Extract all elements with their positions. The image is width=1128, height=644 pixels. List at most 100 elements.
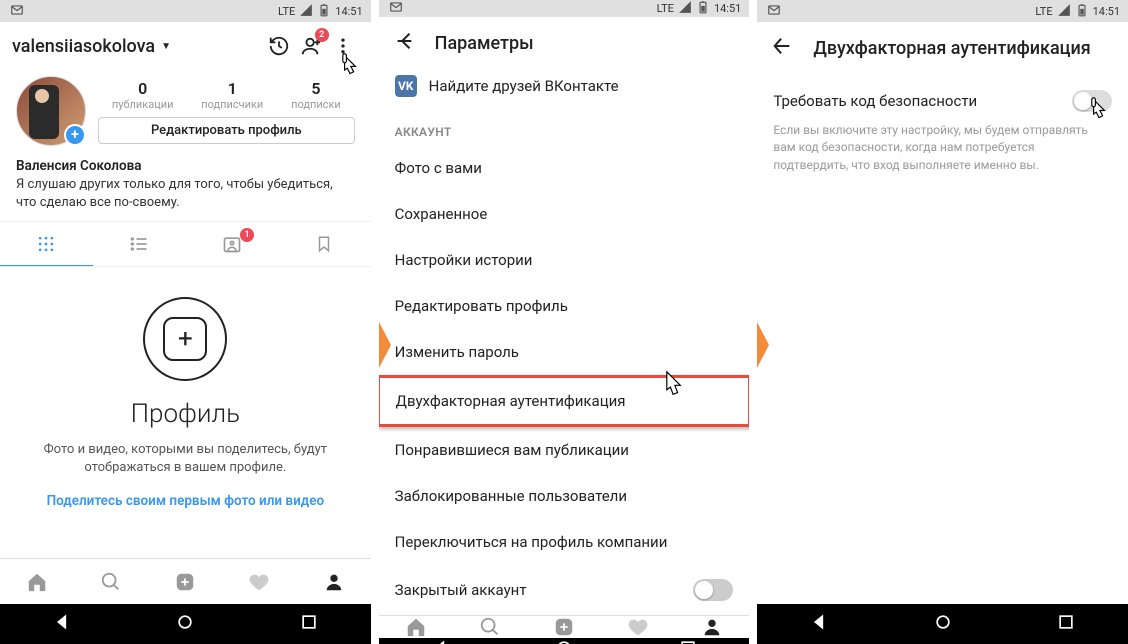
nav-add[interactable] <box>148 559 222 604</box>
require-code-row: Требовать код безопасности <box>757 74 1128 122</box>
menu-icon[interactable] <box>327 30 359 62</box>
2fa-header: Двухфакторная аутентификация <box>757 22 1128 74</box>
setting-liked-posts[interactable]: Понравившиеся вам публикации <box>379 427 750 473</box>
history-icon[interactable] <box>263 30 295 62</box>
setting-2fa[interactable]: Двухфакторная аутентификация <box>379 375 750 427</box>
bio-section: Валенсия Соколова Я слушаю других только… <box>0 152 371 221</box>
status-bar: LTE 14:51 <box>379 0 750 17</box>
battery-icon <box>317 3 331 20</box>
settings-header: Параметры <box>379 17 750 69</box>
display-name: Валенсия Соколова <box>16 158 355 174</box>
battery-icon <box>1075 3 1089 20</box>
profile-header: + 0 публикации 1 подписчики 5 подписки Р… <box>0 70 371 152</box>
avatar[interactable]: + <box>16 76 86 146</box>
bio-text: Я слушаю других только для того, чтобы у… <box>16 176 355 211</box>
private-account-label: Закрытый аккаунт <box>395 581 527 599</box>
empty-title: Профиль <box>131 399 240 429</box>
vk-label: Найдите друзей ВКонтакте <box>429 77 619 95</box>
mail-icon <box>767 3 781 20</box>
2fa-screen: LTE 14:51 Двухфакторная аутентификация Т… <box>757 0 1128 644</box>
edit-profile-button[interactable]: Редактировать профиль <box>98 117 355 144</box>
tutorial-arrow-left <box>379 322 391 368</box>
nav-search[interactable] <box>74 559 148 604</box>
tab-list[interactable] <box>93 222 186 266</box>
android-nav <box>757 604 1128 644</box>
battery-icon <box>696 0 710 17</box>
setting-photos-of-you[interactable]: Фото с вами <box>379 145 750 191</box>
signal-icon <box>1057 3 1071 20</box>
nav-home[interactable] <box>0 559 74 604</box>
add-story-icon[interactable]: + <box>64 124 86 146</box>
mail-icon <box>10 3 24 20</box>
chevron-down-icon[interactable]: ▼ <box>161 41 171 52</box>
android-nav <box>0 604 371 644</box>
android-home[interactable] <box>933 612 953 636</box>
lte-label: LTE <box>278 5 295 18</box>
require-code-toggle[interactable] <box>1072 90 1112 112</box>
page-title: Двухфакторная аутентификация <box>813 38 1090 59</box>
empty-icon: + <box>143 297 227 381</box>
setting-change-password[interactable]: Изменить пароль <box>379 329 750 375</box>
android-recent[interactable] <box>1056 612 1076 636</box>
android-home[interactable] <box>175 612 195 636</box>
find-vk-friends[interactable]: VK Найдите друзей ВКонтакте <box>379 69 750 111</box>
android-back[interactable] <box>809 612 829 636</box>
back-icon[interactable] <box>393 30 415 56</box>
setting-edit-profile[interactable]: Редактировать профиль <box>379 283 750 329</box>
status-time: 14:51 <box>335 5 362 18</box>
status-bar: LTE 14:51 <box>0 0 371 22</box>
require-code-label: Требовать код безопасности <box>773 92 977 110</box>
android-recent[interactable] <box>678 638 698 644</box>
settings-screen: LTE 14:51 Параметры VK Найдите друзей ВК… <box>379 0 750 644</box>
profile-screen: LTE 14:51 valensiiasokolova ▼ 2 + 0 пу <box>0 0 371 644</box>
android-back[interactable] <box>430 638 450 644</box>
username-dropdown[interactable]: valensiiasokolova <box>12 36 155 57</box>
lte-label: LTE <box>1035 5 1052 18</box>
nav-activity[interactable] <box>601 616 675 638</box>
tab-saved[interactable] <box>278 222 371 266</box>
page-title: Параметры <box>435 33 534 54</box>
account-section-label: АККАУНТ <box>379 111 750 145</box>
nav-profile[interactable] <box>297 559 371 604</box>
profile-topbar: valensiiasokolova ▼ 2 <box>0 22 371 70</box>
android-recent[interactable] <box>299 612 319 636</box>
android-home[interactable] <box>554 638 574 644</box>
nav-search[interactable] <box>453 616 527 638</box>
tab-grid[interactable] <box>0 222 93 266</box>
android-back[interactable] <box>52 612 72 636</box>
setting-private-account[interactable]: Закрытый аккаунт <box>379 565 750 615</box>
nav-add[interactable] <box>527 616 601 638</box>
nav-activity[interactable] <box>222 559 296 604</box>
status-time: 14:51 <box>1093 5 1120 18</box>
bottom-nav <box>379 615 750 638</box>
share-first-link[interactable]: Поделитесь своим первым фото или видео <box>47 493 325 509</box>
following-stat[interactable]: 5 подписки <box>291 79 341 111</box>
tagged-badge: 1 <box>240 228 254 242</box>
add-friend-icon[interactable]: 2 <box>295 30 327 62</box>
setting-switch-business[interactable]: Переключиться на профиль компании <box>379 519 750 565</box>
bottom-nav <box>0 558 371 604</box>
tab-tagged[interactable]: 1 <box>185 222 278 266</box>
android-nav <box>379 638 750 644</box>
profile-tabs: 1 <box>0 221 371 267</box>
setting-blocked-users[interactable]: Заблокированные пользователи <box>379 473 750 519</box>
tutorial-arrow-left <box>757 322 769 368</box>
nav-home[interactable] <box>379 616 453 638</box>
status-time: 14:51 <box>714 2 741 15</box>
2fa-help-text: Если вы включите эту настройку, мы будем… <box>757 122 1128 174</box>
empty-profile: + Профиль Фото и видео, которыми вы поде… <box>0 267 371 558</box>
setting-saved[interactable]: Сохраненное <box>379 191 750 237</box>
mail-icon <box>389 0 403 17</box>
lte-label: LTE <box>657 2 674 15</box>
empty-description: Фото и видео, которыми вы поделитесь, бу… <box>35 441 335 477</box>
back-icon[interactable] <box>771 35 793 61</box>
signal-icon <box>678 0 692 17</box>
private-account-toggle[interactable] <box>693 579 733 601</box>
followers-stat[interactable]: 1 подписчики <box>201 79 263 111</box>
vk-icon: VK <box>395 75 417 97</box>
posts-stat[interactable]: 0 публикации <box>112 79 174 111</box>
nav-profile[interactable] <box>675 616 749 638</box>
signal-icon <box>299 3 313 20</box>
setting-story-settings[interactable]: Настройки истории <box>379 237 750 283</box>
status-bar: LTE 14:51 <box>757 0 1128 22</box>
